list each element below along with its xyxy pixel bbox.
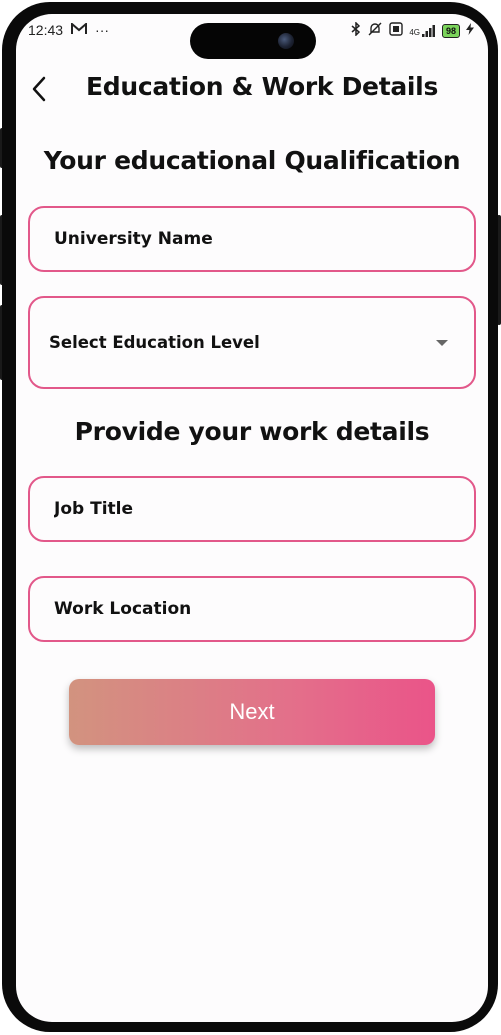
work-location-input[interactable] [52, 598, 474, 620]
job-title-field[interactable] [28, 476, 476, 542]
education-level-label: Select Education Level [49, 333, 260, 352]
education-level-select[interactable]: Select Education Level [28, 296, 476, 389]
university-name-field[interactable] [28, 206, 476, 272]
back-button[interactable] [24, 74, 54, 104]
front-camera-icon [278, 33, 294, 49]
more-dots-icon: ··· [95, 22, 110, 38]
hd-icon [389, 22, 404, 39]
job-title-input[interactable] [52, 498, 474, 520]
phone-frame: 12:43 ··· 4G 98 Education & Work Details… [2, 2, 498, 1032]
education-heading: Your educational Qualification [43, 146, 461, 175]
app-screen: 12:43 ··· 4G 98 Education & Work Details… [16, 14, 488, 1022]
gmail-icon [71, 21, 88, 38]
battery-indicator: 98 [441, 23, 460, 38]
status-bar: 12:43 ··· 4G 98 [16, 14, 488, 59]
page-title: Education & Work Details [86, 72, 439, 101]
status-right: 4G 98 [351, 21, 474, 39]
status-left: 12:43 ··· [28, 21, 110, 38]
work-location-field[interactable] [28, 576, 476, 642]
work-heading: Provide your work details [74, 417, 430, 446]
muted-bell-icon [367, 22, 383, 39]
status-time: 12:43 [28, 22, 64, 38]
next-button[interactable]: Next [69, 679, 435, 745]
dropdown-arrow-icon [436, 339, 448, 346]
dynamic-island [190, 23, 316, 59]
chevron-left-icon [32, 76, 46, 102]
signal-icon: 4G [409, 24, 436, 37]
university-name-input[interactable] [52, 228, 474, 250]
bluetooth-icon [351, 21, 361, 39]
app-header: Education & Work Details [16, 66, 488, 114]
charging-icon [466, 23, 474, 38]
network-type: 4G [409, 27, 420, 37]
